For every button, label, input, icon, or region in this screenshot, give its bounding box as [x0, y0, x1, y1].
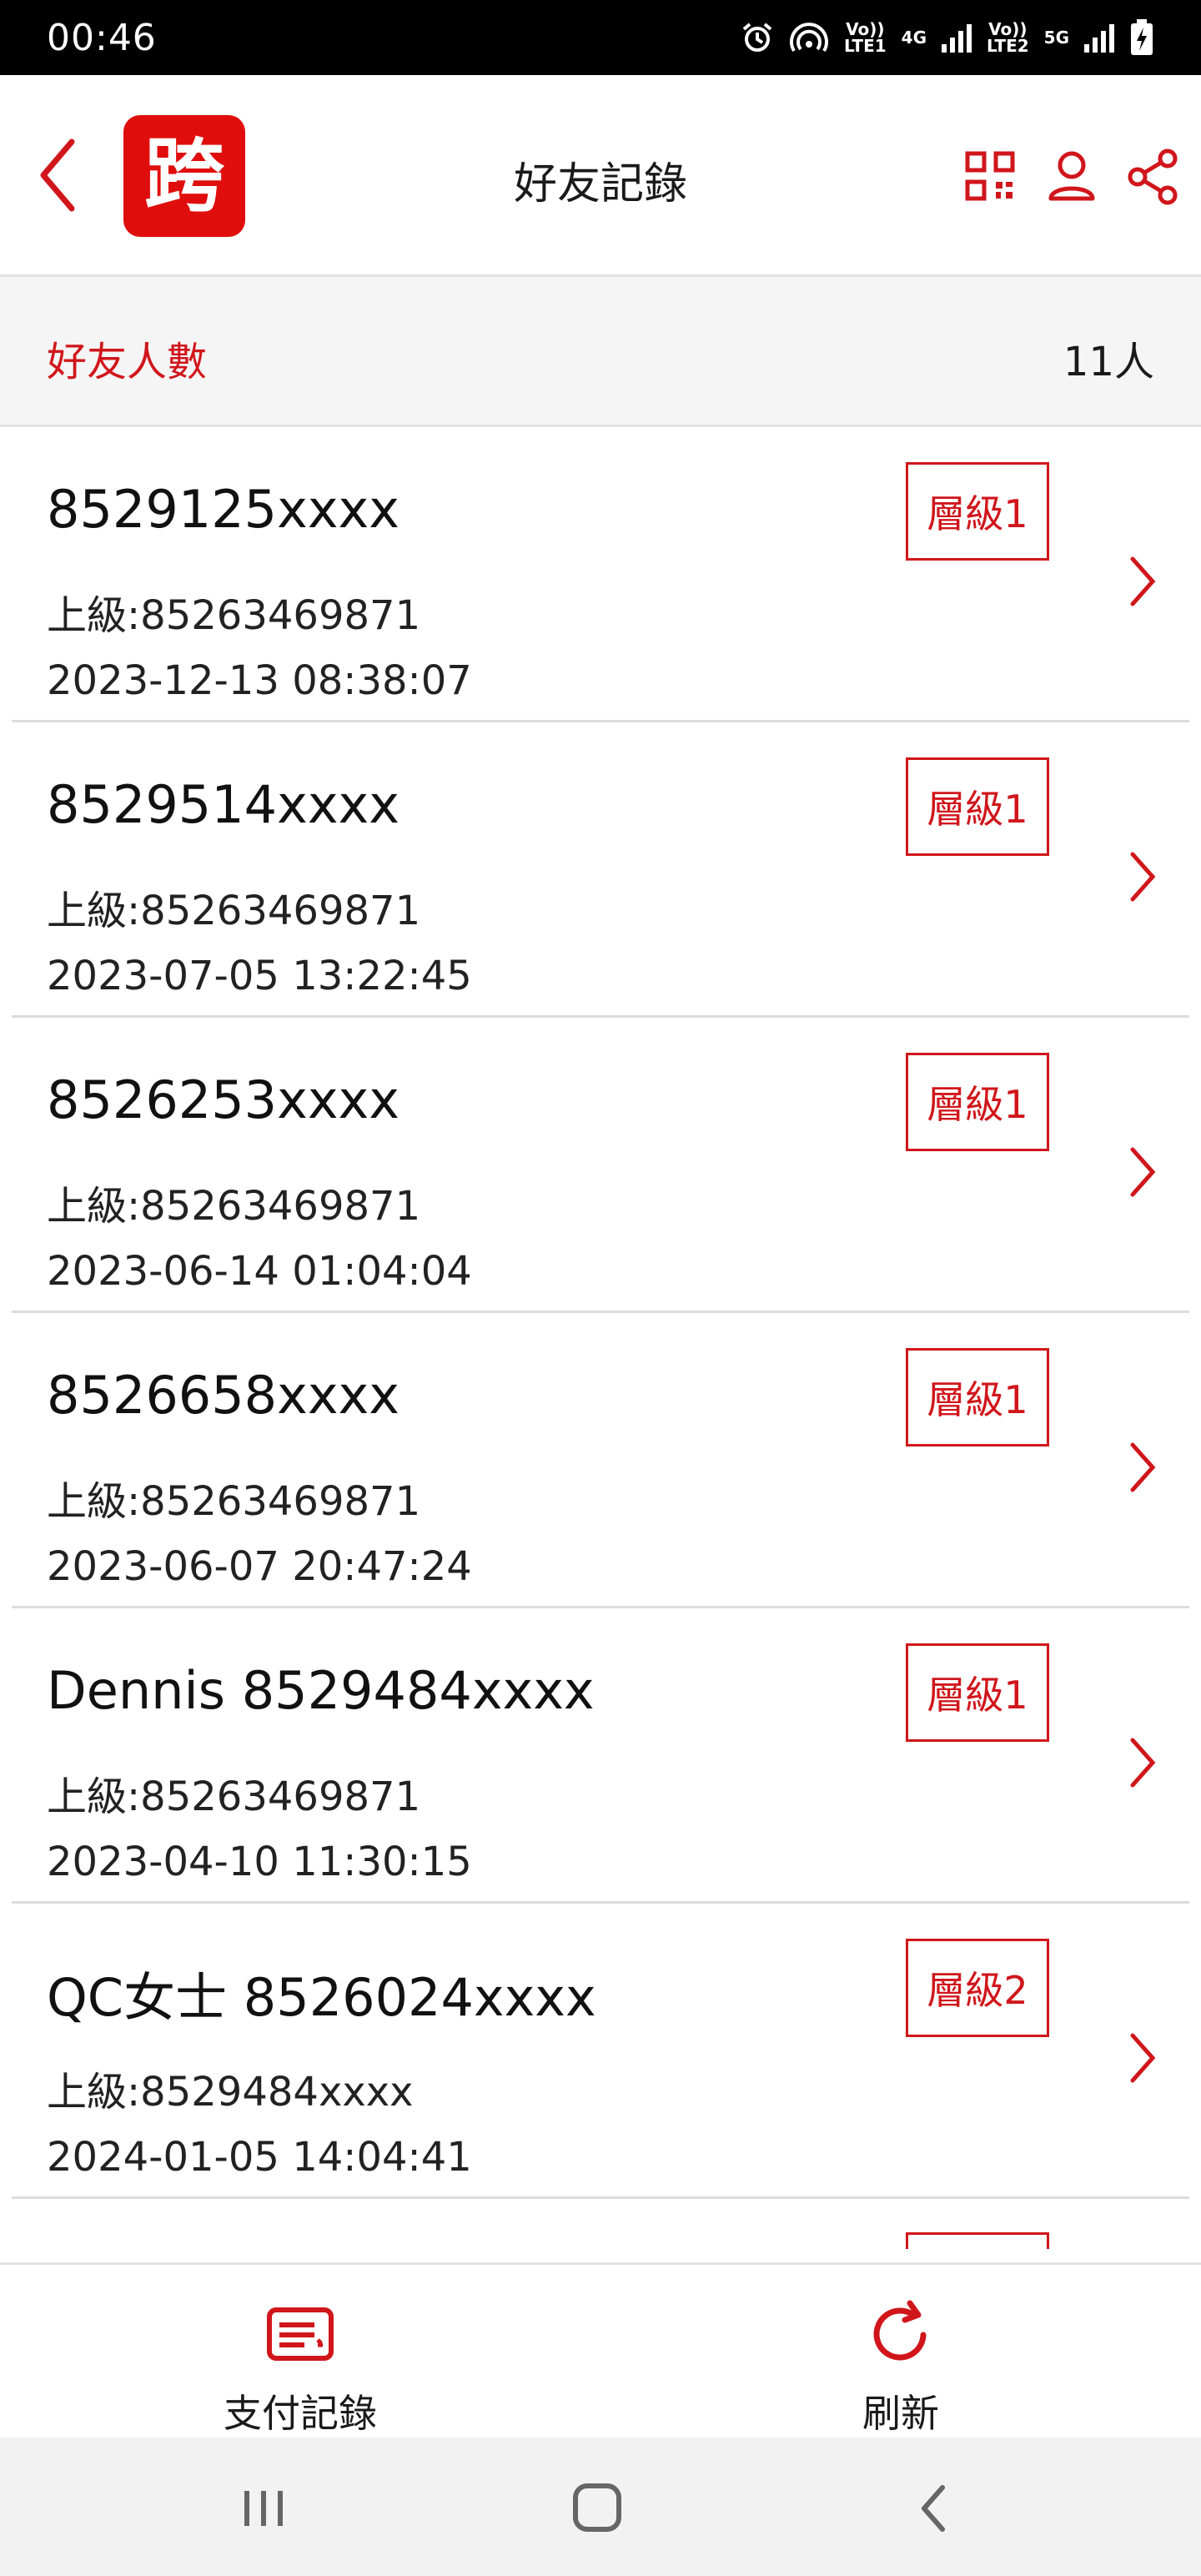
share-icon[interactable]: [1124, 147, 1183, 205]
friend-date: 2023-07-05 13:22:45: [47, 953, 472, 999]
payment-records-button[interactable]: 支付記錄: [0, 2265, 600, 2440]
friend-parent: 上級:85263469871: [47, 1478, 421, 1525]
friend-parent: 上級:85263469871: [47, 888, 421, 934]
app-header: 跨 好友記錄: [0, 75, 1201, 277]
friend-count-summary: 好友人數 11人: [0, 277, 1201, 427]
friend-count-value: 11人: [1063, 339, 1154, 385]
back-icon[interactable]: [901, 2479, 967, 2538]
friend-parent: 上級:8529484xxxx: [47, 2069, 414, 2116]
friend-name: 8526658xxxx: [47, 1365, 399, 1426]
hotspot-icon: [790, 23, 828, 53]
chevron-right-icon: [1130, 2033, 1156, 2083]
friend-date: 2023-12-13 08:38:07: [47, 657, 472, 704]
friend-row[interactable]: 8526253xxxx 上級:85263469871 2023-06-14 01…: [12, 1018, 1189, 1313]
signal-icon: [942, 23, 972, 53]
friend-row[interactable]: Dennis 8529484xxxx 上級:85263469871 2023-0…: [12, 1608, 1189, 1904]
chevron-right-icon: [1130, 556, 1156, 606]
level-badge: 層級1: [906, 1348, 1049, 1446]
receipt-icon: [267, 2307, 334, 2361]
friend-date: 2023-06-14 01:04:04: [47, 1248, 472, 1295]
chevron-right-icon: [1130, 852, 1156, 902]
chevron-right-icon: [1130, 1147, 1156, 1197]
system-nav-bar: [0, 2438, 1201, 2576]
friend-list: 8529125xxxx 上級:85263469871 2023-12-13 08…: [0, 427, 1201, 2262]
home-icon[interactable]: [564, 2479, 631, 2538]
partial-level-badge: [906, 2232, 1049, 2249]
friend-name: Dennis 8529484xxxx: [47, 1660, 595, 1721]
level-badge: 層級1: [906, 1643, 1049, 1742]
status-bar: 00:46 Vo)) LTE1 4G Vo)) LTE2 5G: [0, 0, 1201, 75]
refresh-label: 刷新: [862, 2391, 939, 2436]
signal-icon-2: [1084, 23, 1114, 53]
status-time: 00:46: [47, 16, 157, 59]
sim1-label: Vo)) LTE1: [844, 19, 887, 56]
page-title: 好友記錄: [513, 159, 687, 209]
level-badge: 層級2: [906, 1939, 1049, 2037]
chevron-right-icon: [1130, 1738, 1156, 1788]
friend-row[interactable]: 8529514xxxx 上級:85263469871 2023-07-05 13…: [12, 722, 1189, 1018]
friend-parent: 上級:85263469871: [47, 1774, 421, 1820]
friend-parent: 上級:85263469871: [47, 1183, 421, 1230]
payment-records-label: 支付記錄: [224, 2391, 377, 2436]
refresh-button[interactable]: 刷新: [600, 2265, 1201, 2440]
status-icons: Vo)) LTE1 4G Vo)) LTE2 5G: [741, 19, 1154, 56]
level-badge: 層級1: [906, 1053, 1049, 1151]
friend-name: 8526253xxxx: [47, 1069, 399, 1130]
friend-row[interactable]: 8526658xxxx 上級:85263469871 2023-06-07 20…: [12, 1313, 1189, 1608]
sim1-network: 4G: [901, 28, 927, 48]
user-icon[interactable]: [1043, 147, 1101, 205]
friend-name: 8529514xxxx: [47, 774, 399, 835]
alarm-icon: [742, 23, 772, 52]
refresh-icon: [873, 2300, 927, 2361]
level-badge: 層級1: [906, 757, 1049, 856]
friend-name: QC女士 8526024xxxx: [47, 1967, 596, 2028]
friend-count-label: 好友人數: [47, 339, 208, 385]
friend-parent: 上級:85263469871: [47, 592, 421, 639]
friend-name: 8529125xxxx: [47, 479, 399, 540]
friend-date: 2024-01-05 14:04:41: [47, 2134, 472, 2181]
chevron-right-icon: [1130, 1442, 1156, 1492]
recent-apps-icon[interactable]: [230, 2479, 297, 2538]
friend-row[interactable]: 8529125xxxx 上級:85263469871 2023-12-13 08…: [12, 427, 1189, 722]
friend-date: 2023-04-10 11:30:15: [47, 1839, 472, 1885]
qr-code-icon[interactable]: [961, 147, 1019, 205]
level-badge: 層級1: [906, 462, 1049, 561]
sim2-network: 5G: [1043, 28, 1069, 48]
friend-date: 2023-06-07 20:47:24: [47, 1543, 472, 1590]
bottom-action-bar: 支付記錄 刷新: [0, 2262, 1201, 2438]
sim2-label: Vo)) LTE2: [987, 19, 1029, 56]
battery-charging-icon: [1131, 19, 1153, 55]
friend-row[interactable]: QC女士 8526024xxxx 上級:8529484xxxx 2024-01-…: [12, 1904, 1189, 2199]
